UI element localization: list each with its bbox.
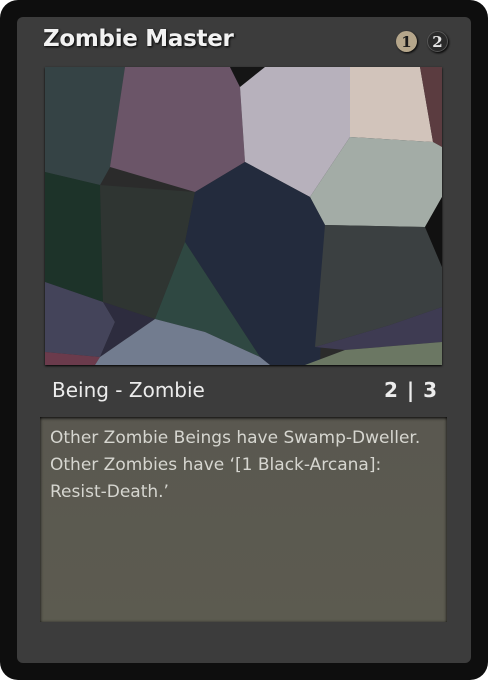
card-artwork — [45, 67, 442, 365]
type-line: Being - Zombie — [52, 378, 205, 402]
rules-text: Other Zombie Beings have Swamp-Dweller. … — [50, 428, 421, 502]
mana-black-icon: 2 — [427, 31, 448, 52]
card-title: Zombie Master — [43, 26, 234, 52]
mana-generic-icon: 1 — [396, 31, 417, 52]
rules-text-box: Other Zombie Beings have Swamp-Dweller. … — [40, 417, 447, 622]
power-toughness: 2 | 3 — [383, 378, 438, 402]
abstract-polygon-art — [45, 67, 442, 365]
